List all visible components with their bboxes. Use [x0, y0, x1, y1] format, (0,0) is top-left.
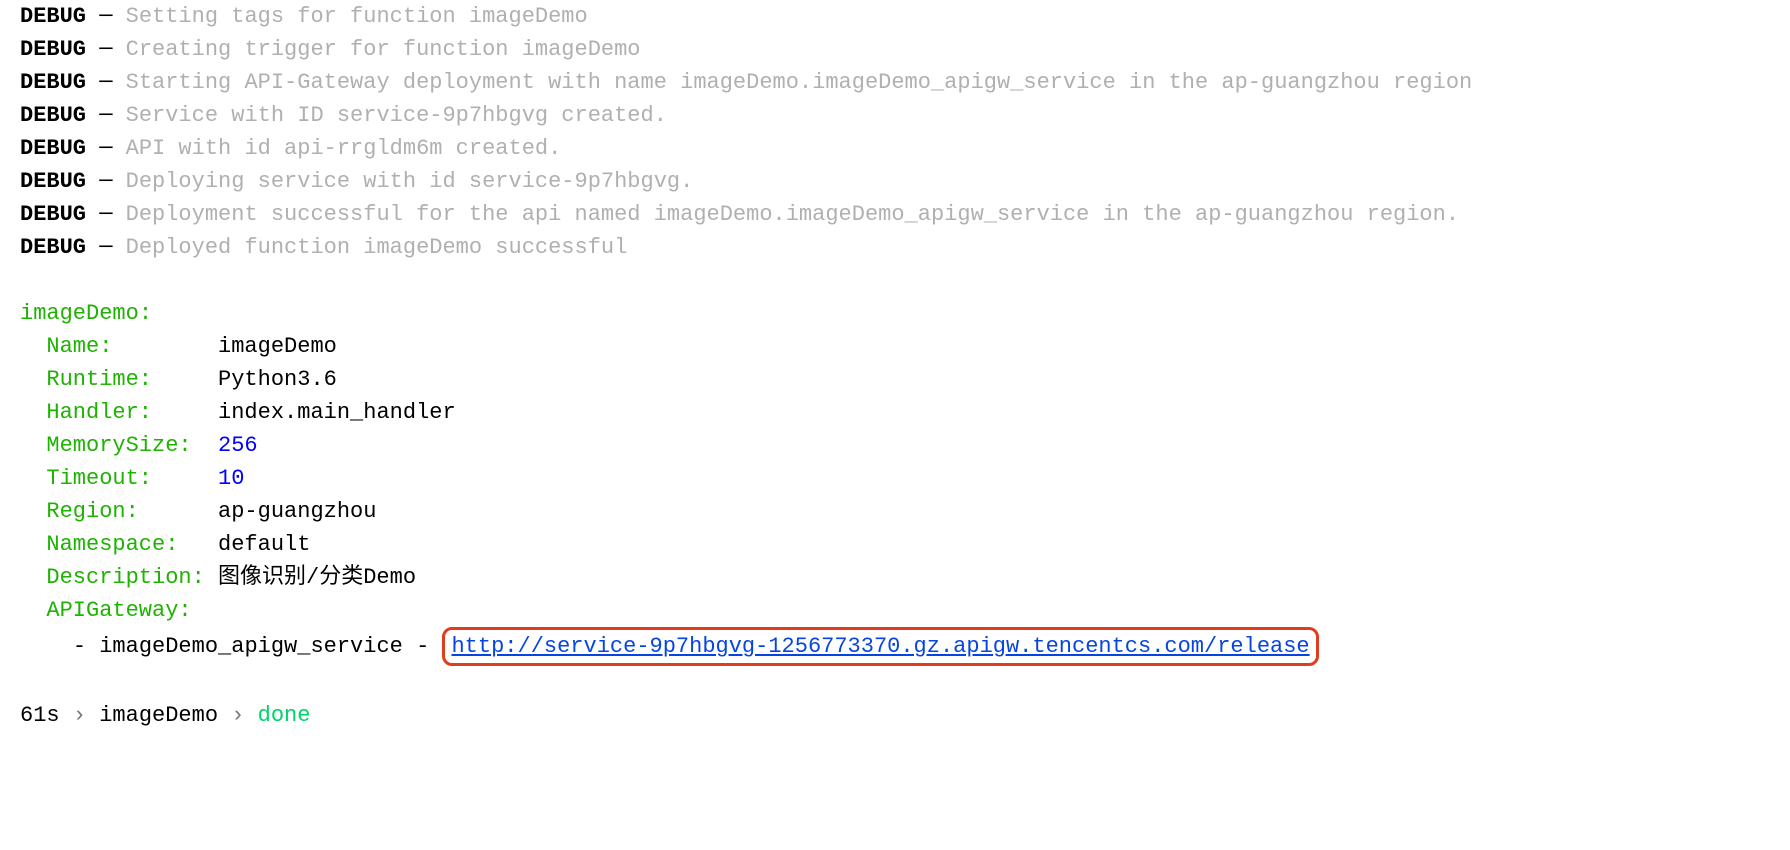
- info-key: Description:: [46, 565, 204, 590]
- debug-message: Service with ID service-9p7hbgvg created…: [126, 103, 667, 128]
- debug-message: Deploying service with id service-9p7hbg…: [126, 169, 694, 194]
- info-key: Region:: [46, 499, 204, 524]
- info-key: Namespace:: [46, 532, 204, 557]
- debug-dash: ─: [99, 202, 112, 227]
- debug-label: DEBUG: [20, 4, 86, 29]
- info-row: Namespace: default: [20, 528, 1770, 561]
- debug-message: Deployment successful for the api named …: [126, 202, 1459, 227]
- debug-label: DEBUG: [20, 235, 86, 260]
- debug-label: DEBUG: [20, 202, 86, 227]
- status-line: 61s › imageDemo › done: [20, 699, 1770, 732]
- info-row: Region: ap-guangzhou: [20, 495, 1770, 528]
- debug-line: DEBUG ─ Service with ID service-9p7hbgvg…: [20, 99, 1770, 132]
- status-separator: ›: [231, 703, 244, 728]
- info-key: Handler:: [46, 400, 204, 425]
- debug-line: DEBUG ─ API with id api-rrgldm6m created…: [20, 132, 1770, 165]
- deployment-info: Name: imageDemoRuntime: Python3.6Handler…: [20, 330, 1770, 594]
- debug-line: DEBUG ─ Deployed function imageDemo succ…: [20, 231, 1770, 264]
- info-value: 256: [218, 433, 258, 458]
- info-value: imageDemo: [218, 334, 337, 359]
- debug-message: Setting tags for function imageDemo: [126, 4, 588, 29]
- info-value: Python3.6: [218, 367, 337, 392]
- debug-label: DEBUG: [20, 70, 86, 95]
- info-row: Handler: index.main_handler: [20, 396, 1770, 429]
- info-row: MemorySize: 256: [20, 429, 1770, 462]
- debug-label: DEBUG: [20, 37, 86, 62]
- apigateway-service-name: imageDemo_apigw_service: [99, 634, 403, 659]
- debug-line: DEBUG ─ Starting API-Gateway deployment …: [20, 66, 1770, 99]
- info-value: 图像识别/分类Demo: [218, 565, 416, 590]
- debug-label: DEBUG: [20, 136, 86, 161]
- debug-line: DEBUG ─ Deployment successful for the ap…: [20, 198, 1770, 231]
- debug-dash: ─: [99, 103, 112, 128]
- status-elapsed: 61s: [20, 703, 60, 728]
- list-dash: -: [73, 634, 86, 659]
- apigateway-item: - imageDemo_apigw_service - http://servi…: [20, 627, 1770, 666]
- debug-log: DEBUG ─ Setting tags for function imageD…: [20, 0, 1770, 264]
- info-key: Name:: [46, 334, 204, 359]
- debug-dash: ─: [99, 235, 112, 260]
- info-key: MemorySize:: [46, 433, 204, 458]
- debug-message: Deployed function imageDemo successful: [126, 235, 628, 260]
- debug-dash: ─: [99, 4, 112, 29]
- url-highlight-box: http://service-9p7hbgvg-1256773370.gz.ap…: [442, 627, 1318, 666]
- debug-line: DEBUG ─ Deploying service with id servic…: [20, 165, 1770, 198]
- info-row: Runtime: Python3.6: [20, 363, 1770, 396]
- section-header: imageDemo:: [20, 297, 1770, 330]
- info-value: index.main_handler: [218, 400, 456, 425]
- info-key: Runtime:: [46, 367, 204, 392]
- info-row: Timeout: 10: [20, 462, 1770, 495]
- debug-message: Starting API-Gateway deployment with nam…: [126, 70, 1473, 95]
- debug-message: Creating trigger for function imageDemo: [126, 37, 641, 62]
- info-value: 10: [218, 466, 244, 491]
- debug-dash: ─: [99, 169, 112, 194]
- info-key: Timeout:: [46, 466, 204, 491]
- apigateway-label-row: APIGateway:: [20, 594, 1770, 627]
- apigateway-url-link[interactable]: http://service-9p7hbgvg-1256773370.gz.ap…: [451, 634, 1309, 659]
- debug-label: DEBUG: [20, 169, 86, 194]
- debug-label: DEBUG: [20, 103, 86, 128]
- info-row: Name: imageDemo: [20, 330, 1770, 363]
- debug-dash: ─: [99, 37, 112, 62]
- info-value: default: [218, 532, 310, 557]
- status-separator: ›: [73, 703, 86, 728]
- debug-message: API with id api-rrgldm6m created.: [126, 136, 562, 161]
- info-value: ap-guangzhou: [218, 499, 376, 524]
- debug-dash: ─: [99, 136, 112, 161]
- debug-dash: ─: [99, 70, 112, 95]
- status-state: done: [258, 703, 311, 728]
- status-component: imageDemo: [99, 703, 218, 728]
- debug-line: DEBUG ─ Creating trigger for function im…: [20, 33, 1770, 66]
- info-row: Description: 图像识别/分类Demo: [20, 561, 1770, 594]
- debug-line: DEBUG ─ Setting tags for function imageD…: [20, 0, 1770, 33]
- apigateway-key: APIGateway:: [46, 598, 191, 623]
